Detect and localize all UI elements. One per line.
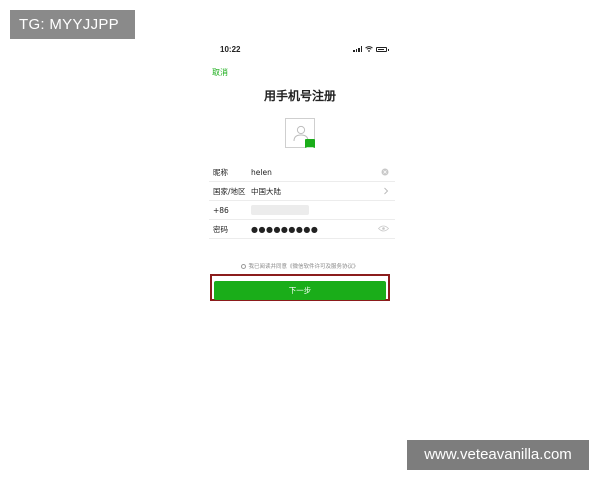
password-label: 密码 <box>213 224 228 234</box>
nickname-row[interactable]: 昵称 helen <box>209 163 395 182</box>
region-label: 国家/地区 <box>213 186 246 196</box>
nickname-input[interactable]: helen <box>251 168 395 177</box>
page-title: 用手机号注册 <box>263 89 336 103</box>
country-code[interactable]: +86 <box>209 206 251 215</box>
nickname-label: 昵称 <box>213 167 228 177</box>
tg-label: TG: MYYJJPP <box>10 10 135 39</box>
register-form: 昵称 helen 国家/地区 中国大陆 +86 密码 ●●●●●●●●● <box>209 163 395 239</box>
signal-icon <box>353 46 362 52</box>
next-button[interactable]: 下一步 <box>214 281 386 300</box>
region-value: 中国大陆 <box>251 186 281 196</box>
battery-icon <box>376 46 389 52</box>
eye-icon[interactable] <box>378 225 389 232</box>
agreement-row[interactable]: 我已阅读并同意《微信软件许可及服务协议》 <box>205 262 395 270</box>
password-row[interactable]: 密码 ●●●●●●●●● <box>209 220 395 239</box>
avatar-upload[interactable] <box>285 118 315 153</box>
chevron-right-icon <box>384 187 389 195</box>
status-icons <box>353 46 389 52</box>
clear-icon[interactable] <box>381 168 389 176</box>
phone-screen: 10:22 取消 用手机号注册 昵称 helen 国家/地区 中国大陆 +86 … <box>205 38 395 338</box>
agreement-text[interactable]: 我已阅读并同意《微信软件许可及服务协议》 <box>248 264 358 270</box>
phone-input[interactable] <box>251 205 395 215</box>
password-input[interactable]: ●●●●●●●●● <box>251 225 395 234</box>
next-button-highlight: 下一步 <box>210 274 390 301</box>
wifi-icon <box>365 46 373 52</box>
status-time: 10:22 <box>220 45 241 54</box>
phone-row[interactable]: +86 <box>209 201 395 220</box>
agree-checkbox[interactable] <box>241 264 247 269</box>
camera-icon <box>305 139 315 153</box>
watermark: www.veteavanilla.com <box>407 440 589 470</box>
cancel-button[interactable]: 取消 <box>212 67 228 78</box>
region-row[interactable]: 国家/地区 中国大陆 <box>209 182 395 201</box>
